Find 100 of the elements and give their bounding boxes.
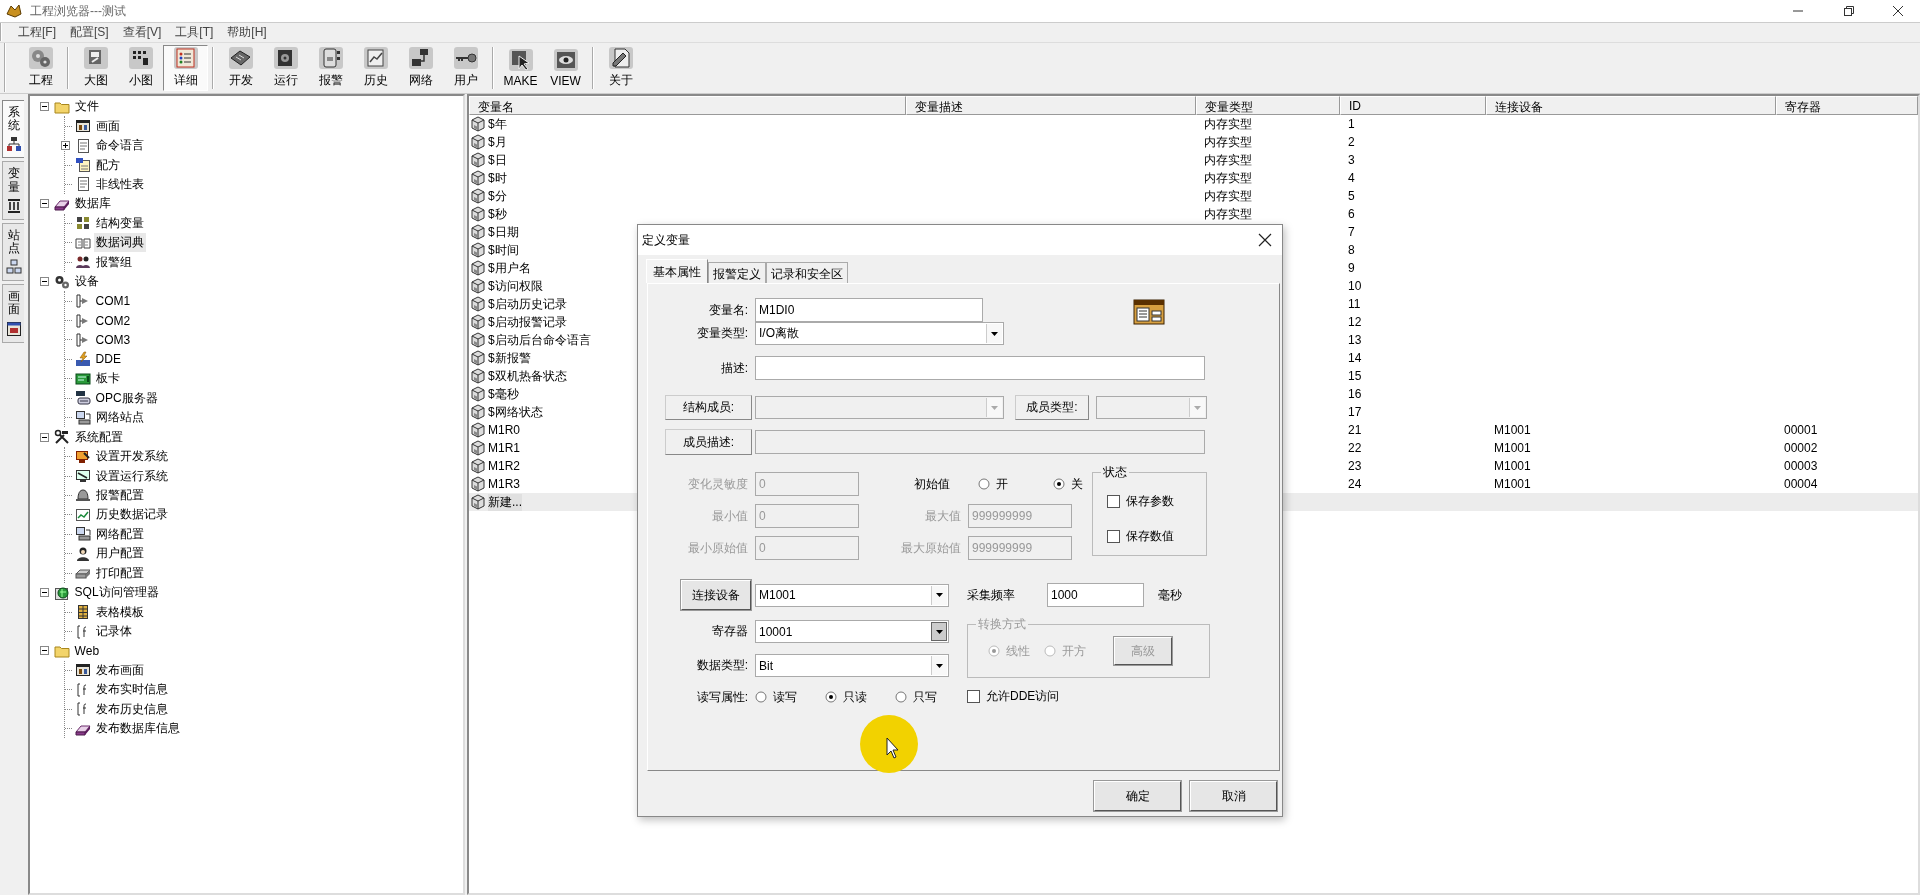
tree-item[interactable]: 报警组 bbox=[93, 252, 134, 272]
tree-item[interactable]: 打印配置 bbox=[93, 563, 146, 583]
close-icon[interactable] bbox=[1890, 5, 1906, 17]
toolbar-button[interactable]: 详细 bbox=[163, 44, 208, 91]
table-cell[interactable]: $启动历史记录 bbox=[488, 295, 567, 313]
tree-item[interactable]: 板卡 bbox=[93, 369, 122, 389]
table-cell[interactable]: $秒 bbox=[488, 205, 507, 223]
tree-item[interactable]: 文件 bbox=[72, 97, 101, 117]
tree-item[interactable]: 网络配置 bbox=[93, 524, 146, 544]
table-cell[interactable]: $时 bbox=[488, 169, 507, 187]
dropdown[interactable]: M1001 bbox=[755, 583, 949, 607]
toolbar-button[interactable]: 历史 bbox=[353, 44, 398, 91]
menu-item[interactable]: 配置[S] bbox=[64, 23, 115, 41]
toolbar-button[interactable]: 报警 bbox=[308, 44, 353, 91]
table-cell[interactable]: $年 bbox=[488, 115, 507, 133]
radio-icon[interactable] bbox=[978, 478, 990, 490]
radio-selected-icon[interactable] bbox=[825, 691, 837, 703]
table-cell[interactable]: $双机热备状态 bbox=[488, 367, 567, 385]
column-header[interactable]: 变量描述 bbox=[906, 96, 1196, 115]
checkbox-icon[interactable] bbox=[967, 690, 980, 703]
text-field[interactable]: M1DI0 bbox=[755, 298, 983, 322]
dialog-tab[interactable]: 记录和安全区 bbox=[766, 262, 848, 283]
tree-item[interactable]: OPC服务器 bbox=[93, 388, 160, 408]
tree-item[interactable]: 配方 bbox=[93, 155, 122, 175]
toolbar-button[interactable]: 用户 bbox=[443, 44, 488, 91]
toolbar-button[interactable]: 大图 bbox=[73, 44, 118, 91]
collapse-toggle[interactable] bbox=[37, 644, 51, 658]
tree-item[interactable]: 历史数据记录 bbox=[93, 505, 170, 525]
tree-item[interactable]: 记录体 bbox=[93, 622, 134, 642]
toolbar-button[interactable]: 工程 bbox=[18, 44, 63, 91]
expand-toggle[interactable] bbox=[58, 139, 72, 153]
connect-device-button[interactable]: 连接设备 bbox=[681, 580, 751, 610]
table-cell[interactable]: M1R0 bbox=[488, 423, 520, 437]
table-cell[interactable]: $毫秒 bbox=[488, 385, 519, 403]
dialog-button[interactable]: 确定 bbox=[1094, 781, 1181, 811]
tree-item[interactable]: 设备 bbox=[72, 272, 101, 292]
column-header[interactable]: 连接设备 bbox=[1486, 96, 1776, 115]
table-cell[interactable]: $用户名 bbox=[488, 259, 531, 277]
table-cell[interactable]: M1R3 bbox=[488, 477, 520, 491]
tree-item[interactable]: 画面 bbox=[93, 116, 122, 136]
tree-item[interactable]: 表格模板 bbox=[93, 602, 146, 622]
toolbar-button[interactable]: 运行 bbox=[263, 44, 308, 91]
table-cell[interactable]: $日 bbox=[488, 151, 507, 169]
checkbox-icon[interactable] bbox=[1107, 495, 1120, 508]
table-cell[interactable]: $启动报警记录 bbox=[488, 313, 567, 331]
menu-item[interactable]: 查看[V] bbox=[116, 23, 168, 41]
tree-item[interactable]: 数据词典 bbox=[93, 233, 146, 253]
table-cell[interactable]: $启动后台命令语言 bbox=[488, 331, 591, 349]
tree-item[interactable]: 设置开发系统 bbox=[93, 447, 170, 467]
table-cell[interactable]: $网络状态 bbox=[488, 403, 543, 421]
column-header[interactable]: ID bbox=[1340, 96, 1486, 115]
table-cell[interactable]: 新建... bbox=[488, 493, 522, 511]
radio-selected-icon[interactable] bbox=[1053, 478, 1065, 490]
tree-item[interactable]: Web bbox=[72, 642, 102, 659]
tree-item[interactable]: COM1 bbox=[93, 293, 133, 310]
toolbar-button[interactable]: 小图 bbox=[118, 44, 163, 91]
tree-item[interactable]: DDE bbox=[93, 351, 123, 368]
collapse-toggle[interactable] bbox=[37, 586, 51, 600]
dialog-tab[interactable]: 报警定义 bbox=[708, 262, 766, 283]
toolbar-button[interactable]: 关于 bbox=[598, 44, 643, 91]
tree-item[interactable]: 网络站点 bbox=[93, 408, 146, 428]
close-button[interactable] bbox=[1256, 231, 1274, 249]
table-cell[interactable]: M1R2 bbox=[488, 459, 520, 473]
side-tab[interactable]: 变量 bbox=[2, 161, 24, 220]
collapse-toggle[interactable] bbox=[37, 275, 51, 289]
dropdown[interactable]: 10001 bbox=[755, 620, 949, 643]
tree-item[interactable]: 设置运行系统 bbox=[93, 466, 170, 486]
table-cell[interactable]: $时间 bbox=[488, 241, 519, 259]
dropdown[interactable]: I/O离散 bbox=[755, 322, 1004, 345]
menu-item[interactable]: 工具[T] bbox=[169, 23, 220, 41]
side-tab[interactable]: 站点 bbox=[2, 222, 24, 282]
table-cell[interactable]: $新报警 bbox=[488, 349, 531, 367]
tree-item[interactable]: 发布画面 bbox=[93, 660, 146, 680]
tree-item[interactable]: 数据库 bbox=[72, 194, 113, 214]
table-cell[interactable]: M1R1 bbox=[488, 441, 520, 455]
tree-item[interactable]: 非线性表 bbox=[93, 174, 146, 194]
collapse-toggle[interactable] bbox=[37, 197, 51, 211]
side-tab[interactable]: 画面 bbox=[2, 284, 24, 343]
column-header[interactable]: 变量名 bbox=[469, 96, 906, 115]
tree-item[interactable]: 发布数据库信息 bbox=[93, 719, 182, 739]
collapse-toggle[interactable] bbox=[37, 100, 51, 114]
tree-item[interactable]: COM3 bbox=[93, 331, 133, 348]
tree-item[interactable]: 命令语言 bbox=[93, 136, 146, 156]
menu-item[interactable]: 工程[F] bbox=[12, 23, 62, 41]
toolbar-button[interactable]: VIEW bbox=[543, 44, 588, 91]
toolbar-button[interactable]: 网络 bbox=[398, 44, 443, 91]
tree-item[interactable]: 系统配置 bbox=[72, 427, 125, 447]
collapse-toggle[interactable] bbox=[37, 430, 51, 444]
text-field[interactable]: 1000 bbox=[1047, 583, 1144, 607]
toolbar-button[interactable]: 开发 bbox=[218, 44, 263, 91]
tree-item[interactable]: 用户配置 bbox=[93, 544, 146, 564]
tree-item[interactable]: COM2 bbox=[93, 312, 133, 329]
checkbox-icon[interactable] bbox=[1107, 530, 1120, 543]
table-cell[interactable]: $访问权限 bbox=[488, 277, 543, 295]
radio-icon[interactable] bbox=[895, 691, 907, 703]
tree-item[interactable]: 报警配置 bbox=[93, 485, 146, 505]
menu-item[interactable]: 帮助[H] bbox=[221, 23, 273, 41]
column-header[interactable]: 寄存器 bbox=[1776, 96, 1918, 115]
column-header[interactable]: 变量类型 bbox=[1196, 96, 1340, 115]
tree-item[interactable]: 发布实时信息 bbox=[93, 680, 170, 700]
